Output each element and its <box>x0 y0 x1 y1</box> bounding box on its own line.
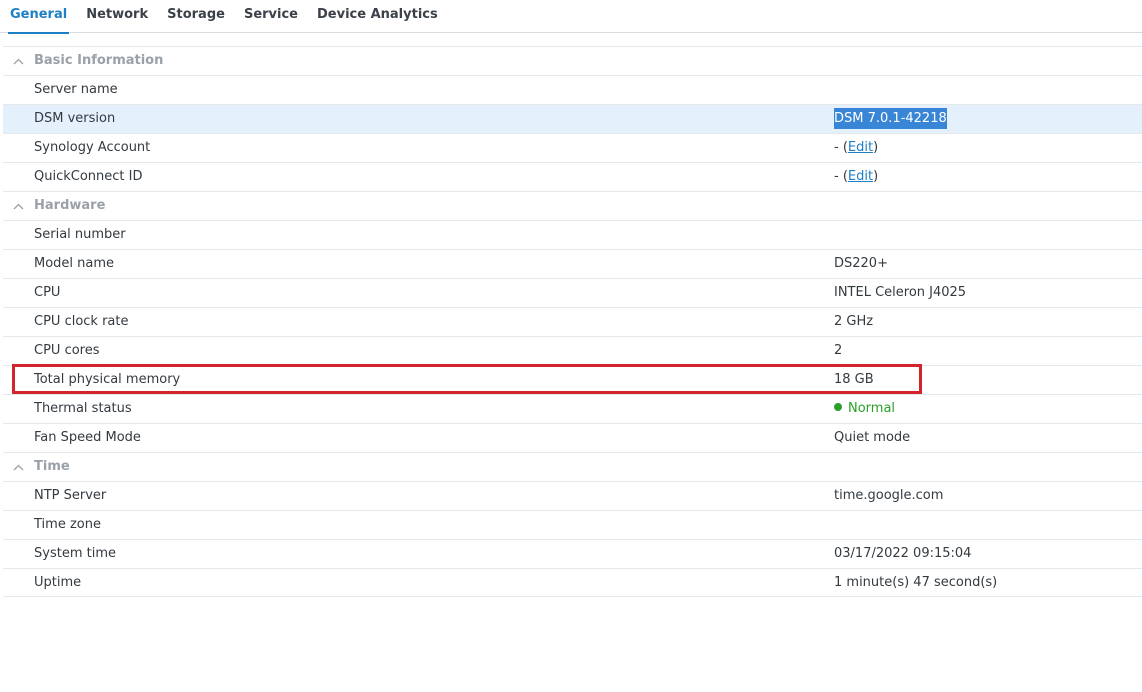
chevron-up-icon[interactable] <box>3 464 33 471</box>
value-prefix: - ( <box>834 140 848 155</box>
chevron-up-icon[interactable] <box>3 58 33 65</box>
status-dot-icon <box>834 403 842 411</box>
edit-synology-account-link[interactable]: Edit <box>848 140 873 155</box>
row-value: - (Edit) <box>834 163 878 191</box>
row-cpu: CPU INTEL Celeron J4025 <box>3 278 1142 307</box>
row-value: DSM 7.0.1-42218 <box>834 105 947 133</box>
value-prefix: - ( <box>834 169 848 184</box>
row-label: Total physical memory <box>34 372 181 387</box>
section-title: Basic Information <box>34 53 164 68</box>
tab-device-analytics[interactable]: Device Analytics <box>307 0 447 33</box>
row-model-name: Model name DS220+ <box>3 249 1142 278</box>
row-label: CPU <box>34 285 61 300</box>
row-label: System time <box>34 546 116 561</box>
tab-storage[interactable]: Storage <box>157 0 234 33</box>
row-dsm-version[interactable]: DSM version DSM 7.0.1-42218 <box>3 104 1142 133</box>
tab-general[interactable]: General <box>0 0 76 34</box>
section-header-time[interactable]: Time <box>3 452 1142 481</box>
row-label: CPU cores <box>34 343 100 358</box>
row-label: Serial number <box>34 227 126 242</box>
row-label: Uptime <box>34 575 82 590</box>
selected-text: DSM 7.0.1-42218 <box>834 108 947 129</box>
row-value: time.google.com <box>834 488 944 503</box>
value-suffix: ) <box>873 169 879 184</box>
row-value: - (Edit) <box>834 134 878 162</box>
row-ntp-server: NTP Server time.google.com <box>3 481 1142 510</box>
section-header-hardware[interactable]: Hardware <box>3 191 1142 220</box>
row-cpu-clock-rate: CPU clock rate 2 GHz <box>3 307 1142 336</box>
row-label: Fan Speed Mode <box>34 430 141 445</box>
row-value: 18 GB <box>834 372 874 387</box>
section-header-basic-information[interactable]: Basic Information <box>3 46 1142 75</box>
row-label: Time zone <box>34 517 101 532</box>
section-title: Time <box>34 459 70 474</box>
row-value: Normal <box>834 395 895 423</box>
tab-service[interactable]: Service <box>234 0 307 33</box>
row-label: Thermal status <box>34 401 132 416</box>
row-fan-speed-mode: Fan Speed Mode Quiet mode <box>3 423 1142 452</box>
row-label: QuickConnect ID <box>34 169 143 184</box>
row-label: Server name <box>34 82 118 97</box>
section-title: Hardware <box>34 198 106 213</box>
row-system-time: System time 03/17/2022 09:15:04 <box>3 539 1142 568</box>
row-uptime: Uptime 1 minute(s) 47 second(s) <box>3 568 1142 597</box>
row-label: Model name <box>34 256 115 271</box>
row-quickconnect-id: QuickConnect ID - (Edit) <box>3 162 1142 191</box>
row-thermal-status: Thermal status Normal <box>3 394 1142 423</box>
row-value: DS220+ <box>834 256 888 271</box>
row-time-zone: Time zone <box>3 510 1142 539</box>
thermal-status-text: Normal <box>848 401 896 416</box>
row-value: 2 GHz <box>834 314 874 329</box>
row-server-name: Server name <box>3 75 1142 104</box>
row-serial-number: Serial number <box>3 220 1142 249</box>
row-label: Synology Account <box>34 140 151 155</box>
row-value: 03/17/2022 09:15:04 <box>834 546 972 561</box>
row-value: 2 <box>834 343 843 358</box>
row-cpu-cores: CPU cores 2 <box>3 336 1142 365</box>
value-suffix: ) <box>873 140 879 155</box>
tab-network[interactable]: Network <box>76 0 157 33</box>
edit-quickconnect-link[interactable]: Edit <box>848 169 873 184</box>
row-label: DSM version <box>34 111 116 126</box>
info-panel: Basic Information Server name DSM versio… <box>3 46 1142 597</box>
row-value: INTEL Celeron J4025 <box>834 285 967 300</box>
row-value: Quiet mode <box>834 430 911 445</box>
row-label: NTP Server <box>34 488 107 503</box>
tab-bar: General Network Storage Service Device Analy… <box>0 0 1142 34</box>
row-synology-account: Synology Account - (Edit) <box>3 133 1142 162</box>
row-label: CPU clock rate <box>34 314 129 329</box>
row-value: 1 minute(s) 47 second(s) <box>834 575 998 590</box>
row-total-physical-memory: Total physical memory 18 GB <box>3 365 1142 394</box>
chevron-up-icon[interactable] <box>3 203 33 210</box>
